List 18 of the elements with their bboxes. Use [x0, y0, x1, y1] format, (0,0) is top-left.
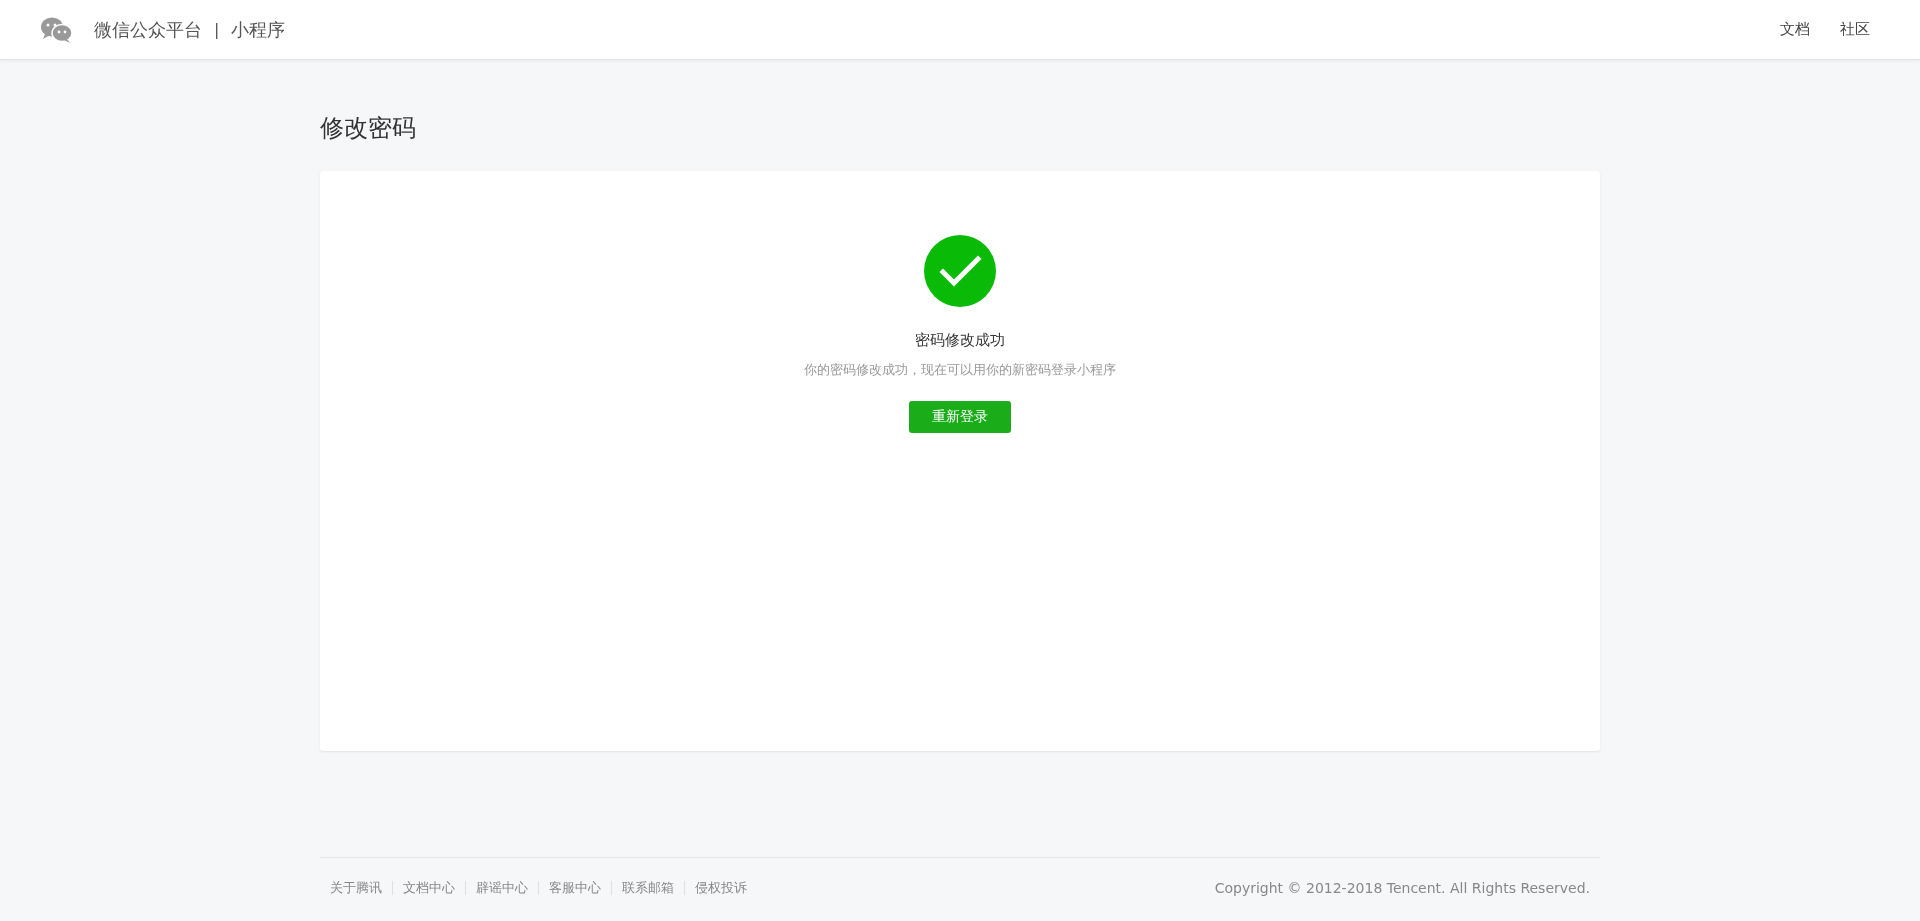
brand-separator: |	[214, 20, 220, 39]
relogin-button[interactable]: 重新登录	[909, 401, 1011, 433]
copyright-text: Copyright © 2012-2018 Tencent. All Rights Reserved.	[1214, 880, 1591, 896]
platform-name: 微信公众平台	[94, 17, 202, 42]
footer-link[interactable]: 文档中心	[403, 879, 455, 897]
success-title: 密码修改成功	[915, 331, 1005, 350]
product-name: 小程序	[231, 17, 286, 42]
page-title: 修改密码	[320, 113, 417, 144]
footer-link[interactable]: 客服中心	[549, 879, 601, 897]
footer-link[interactable]: 侵权投诉	[695, 879, 747, 897]
nav-link[interactable]: 社区	[1840, 20, 1870, 39]
footer-link[interactable]: 联系邮箱	[622, 879, 674, 897]
nav-link[interactable]: 文档	[1780, 20, 1810, 39]
footer-link[interactable]: 辟谣中心	[476, 879, 528, 897]
chat-bubbles-icon	[40, 15, 74, 44]
footer-link[interactable]: 关于腾讯	[330, 879, 382, 897]
success-check-icon	[924, 235, 996, 307]
success-message: 你的密码修改成功，现在可以用你的新密码登录小程序	[804, 362, 1116, 379]
